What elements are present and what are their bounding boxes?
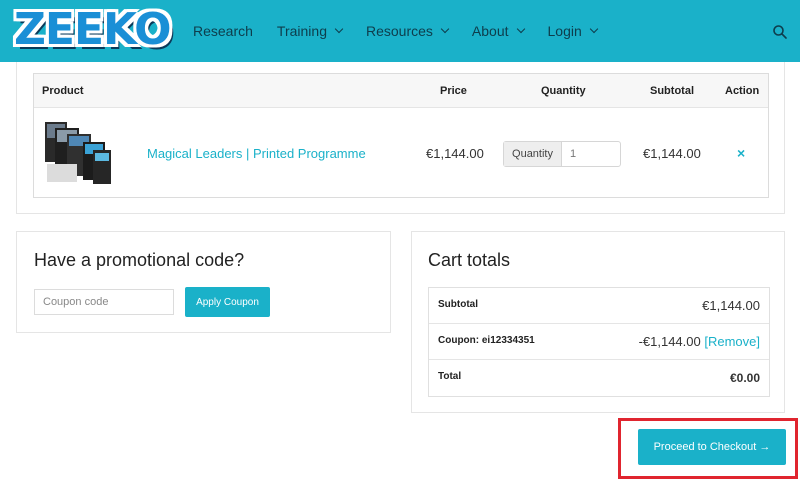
remove-item-icon[interactable]: × <box>737 145 745 161</box>
promo-title: Have a promotional code? <box>34 250 245 270</box>
total-value: €0.00 <box>729 371 760 385</box>
quantity-input[interactable]: 1 <box>562 142 620 166</box>
nav-label: About <box>471 23 509 39</box>
search-icon[interactable] <box>772 24 788 40</box>
cart-table: Product Price Quantity Subtotal Action M… <box>33 73 769 198</box>
column-header-price: Price <box>440 85 467 97</box>
nav-label: Training <box>276 23 327 39</box>
nav-item-login[interactable]: Login <box>547 23 599 39</box>
column-header-action: Action <box>725 85 760 97</box>
nav-label: Research <box>193 23 253 39</box>
site-logo[interactable]: ZEEKO <box>14 4 172 55</box>
nav-item-about[interactable]: About <box>471 23 525 39</box>
quantity-label: Quantity <box>504 142 562 166</box>
product-name-link[interactable]: Magical Leaders | Printed Programme <box>147 146 366 161</box>
column-header-quantity: Quantity <box>541 85 586 97</box>
totals-row-coupon: Coupon: ei12334351 -€1,144.00 [Remove] <box>429 324 769 360</box>
apply-coupon-button[interactable]: Apply Coupon <box>185 287 270 317</box>
promo-code-panel: Have a promotional code? Coupon code App… <box>16 231 391 333</box>
chevron-down-icon <box>589 24 599 34</box>
main-nav: Research Training Resources About Login <box>193 0 621 62</box>
chevron-down-icon <box>440 24 450 34</box>
coupon-discount-value: -€1,144.00 <box>638 334 701 349</box>
nav-label: Resources <box>365 23 433 39</box>
coupon-code-input[interactable]: Coupon code <box>34 289 174 315</box>
subtotal-value: €1,144.00 <box>702 298 760 313</box>
logo-text: ZEEKO <box>14 4 172 55</box>
cart-totals-title: Cart totals <box>428 250 511 270</box>
nav-label: Login <box>547 23 582 39</box>
table-row: Magical Leaders | Printed Programme €1,1… <box>34 108 768 198</box>
column-header-subtotal: Subtotal <box>650 85 694 97</box>
product-subtotal: €1,144.00 <box>643 146 701 161</box>
nav-item-training[interactable]: Training <box>276 23 344 39</box>
quantity-field: Quantity 1 <box>503 141 621 167</box>
cart-totals-panel: Cart totals Subtotal €1,144.00 Coupon: e… <box>411 231 785 413</box>
product-price: €1,144.00 <box>426 146 484 161</box>
subtotal-label: Subtotal <box>438 299 478 310</box>
remove-coupon-link[interactable]: [Remove] <box>704 334 760 349</box>
product-thumbnail[interactable] <box>45 120 113 186</box>
totals-row-total: Total €0.00 <box>429 360 769 396</box>
nav-item-resources[interactable]: Resources <box>365 23 450 39</box>
nav-item-research[interactable]: Research <box>193 23 253 39</box>
chevron-down-icon <box>334 24 344 34</box>
totals-table: Subtotal €1,144.00 Coupon: ei12334351 -€… <box>428 287 770 397</box>
column-header-product: Product <box>42 85 84 97</box>
cart-table-header: Product Price Quantity Subtotal Action <box>34 74 768 108</box>
highlight-box <box>618 418 798 479</box>
total-value-wrap: €0.00 <box>730 370 760 385</box>
total-label: Total <box>438 371 462 382</box>
totals-row-subtotal: Subtotal €1,144.00 <box>429 288 769 324</box>
coupon-value-wrap: -€1,144.00 [Remove] <box>639 334 760 349</box>
chevron-down-icon <box>516 24 525 34</box>
coupon-label: Coupon: ei12334351 <box>438 335 535 346</box>
site-header: ZEEKO Research Training Resources About … <box>0 0 800 62</box>
